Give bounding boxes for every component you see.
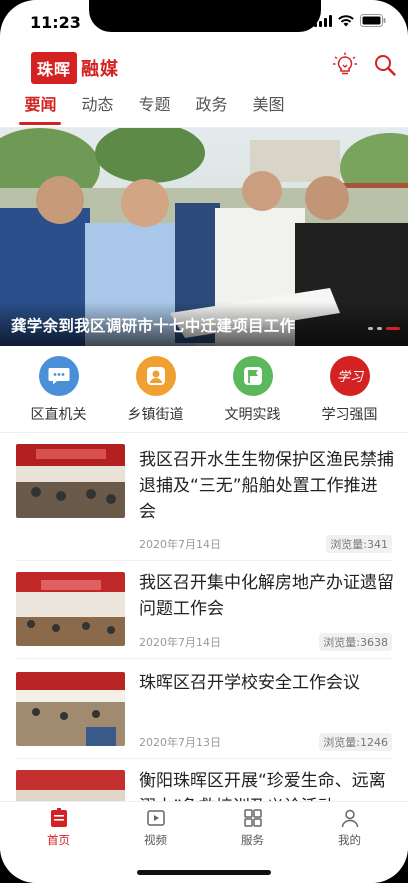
news-title: 珠晖区召开学校安全工作会议 [139,673,360,693]
flag-icon [232,356,273,396]
home-icon [50,808,67,827]
video-icon [146,810,165,826]
person-icon [135,356,176,396]
grid-icon [243,809,262,827]
bottom-nav: 首页 视频 服务 我的 [0,801,408,883]
system-icons [314,14,386,27]
entry-xiangzhen-jiedao[interactable]: 乡镇街道 [112,352,200,430]
tab-dongtai[interactable]: 动态 [69,90,126,127]
app-header: 珠晖 融媒 [0,44,408,90]
news-thumbnail [16,444,125,518]
section-divider [0,432,408,433]
carousel-dot-active[interactable] [386,327,400,330]
quick-entries: 区直机关 乡镇街道 文明实践 学习 学习强国 [0,352,408,430]
logo-text: 融媒 [81,59,120,80]
chat-icon [38,356,79,396]
news-views: 浏览量:1246 [319,733,392,751]
tab-zhuanti[interactable]: 专题 [126,90,183,127]
news-views: 浏览量:341 [326,535,392,553]
news-thumbnail [16,572,125,646]
app-logo: 珠晖 融媒 [31,52,119,84]
home-indicator[interactable] [137,870,271,875]
news-date: 2020年7月13日 [139,736,221,749]
nav-home[interactable]: 首页 [24,802,94,883]
list-divider [16,560,392,561]
category-tabs: 要闻 动态 专题 政务 美图 [0,90,408,128]
list-divider [16,658,392,659]
nav-label: 服务 [241,833,264,847]
entry-quzhi-jiguan[interactable]: 区直机关 [15,352,103,430]
news-thumbnail [16,672,125,746]
news-item[interactable]: 我区召开水生生物保护区渔民禁捕退捕及“三无”船舶处置工作推进会 2020年7月1… [0,444,408,562]
tab-meitu[interactable]: 美图 [240,90,297,127]
banner-title: 龚学余到我区调研市十七中迁建项目工作 [11,317,296,335]
entry-wenming-shijian[interactable]: 文明实践 [209,352,297,430]
entry-label: 学习强国 [321,407,378,423]
battery-icon [360,14,386,27]
news-date: 2020年7月14日 [139,538,221,551]
news-item[interactable]: 我区召开集中化解房地产办证遗留问题工作会 2020年7月14日 浏览量:3638 [0,570,408,660]
status-time: 11:23 [30,13,81,32]
nav-label: 首页 [47,833,70,847]
banner-carousel[interactable]: 龚学余到我区调研市十七中迁建项目工作 [0,128,408,346]
carousel-dots [368,327,400,330]
news-title: 我区召开水生生物保护区渔民禁捕退捕及“三无”船舶处置工作推进会 [139,450,394,522]
logo-badge: 珠晖 [31,52,78,84]
svg-text:学习: 学习 [336,369,364,385]
nav-label: 我的 [338,833,361,847]
search-button[interactable] [370,50,400,80]
bulb-icon [333,52,357,75]
news-title: 我区召开集中化解房地产办证遗留问题工作会 [139,573,394,619]
news-date: 2020年7月14日 [139,636,221,649]
user-icon [341,809,358,828]
notch [89,0,321,32]
wifi-icon [338,14,354,26]
entry-xuexi-qiangguo[interactable]: 学习 学习强国 [306,352,394,430]
news-item[interactable]: 珠晖区召开学校安全工作会议 2020年7月13日 浏览量:1246 [0,670,408,760]
carousel-dot[interactable] [368,327,373,330]
status-bar: 11:23 [0,0,408,44]
nav-label: 视频 [144,833,167,847]
entry-label: 区直机关 [30,407,87,423]
carousel-dot[interactable] [377,327,382,330]
tab-zhengwu[interactable]: 政务 [183,90,240,127]
phone-screen: 11:23 珠晖 融媒 要闻 动态 专题 政务 美图 龚学余到我区调研市十七中迁… [0,0,408,883]
list-divider [16,758,392,759]
news-views: 浏览量:3638 [319,633,392,651]
tab-yaowen[interactable]: 要闻 [12,90,69,127]
signal-icon [314,14,332,27]
search-icon [375,55,396,76]
entry-label: 文明实践 [224,407,281,423]
entry-label: 乡镇街道 [127,407,184,423]
xuexi-logo-icon: 学习 [329,356,370,396]
nav-mine[interactable]: 我的 [315,802,385,883]
bulb-button[interactable] [330,50,360,80]
